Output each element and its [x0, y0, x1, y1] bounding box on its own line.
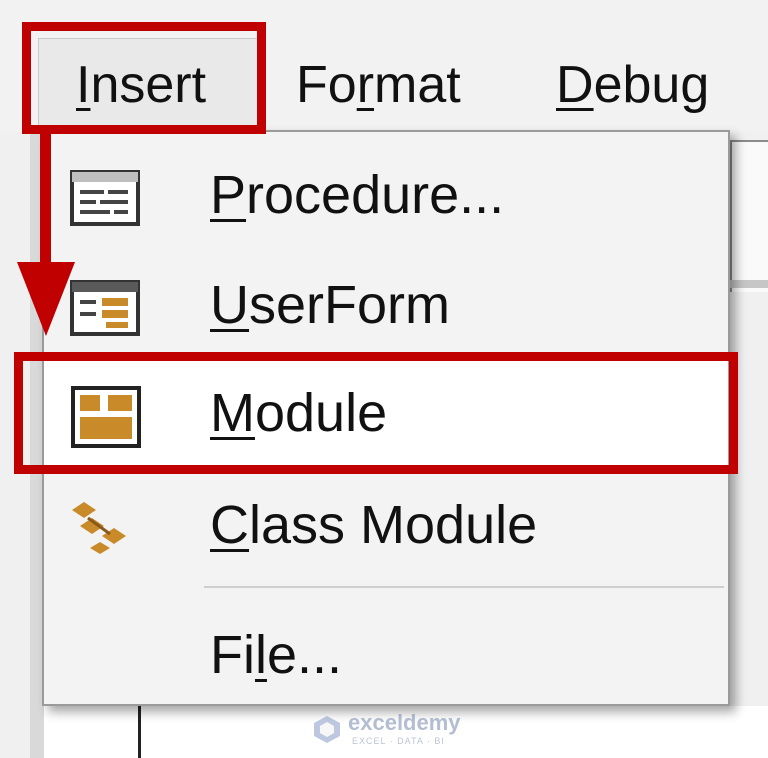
userform-suffix: serForm — [249, 275, 450, 335]
menu-item-procedure[interactable]: Procedure... — [44, 142, 728, 250]
exceldemy-watermark: exceldemy EXCEL · DATA · BI — [312, 710, 482, 750]
menu-item-userform[interactable]: UserForm — [44, 252, 728, 360]
class-module-accel: C — [210, 495, 249, 555]
menu-format[interactable]: Format — [296, 54, 461, 116]
module-highlight-box — [14, 352, 738, 474]
menu-format-suffix: mat — [374, 56, 461, 114]
class-module-icon — [72, 502, 126, 554]
editor-divider — [138, 706, 141, 758]
procedure-icon — [70, 170, 140, 226]
menu-format-accel: r — [356, 56, 375, 114]
menu-format-prefix: Fo — [296, 56, 357, 114]
userform-label: UserForm — [210, 274, 450, 336]
procedure-accel: P — [210, 165, 247, 225]
procedure-label: Procedure... — [210, 164, 504, 226]
menu-item-file[interactable]: File... — [44, 602, 728, 710]
procedure-suffix: rocedure... — [246, 165, 505, 225]
menu-debug-accel: D — [556, 56, 594, 114]
editor-right-pane — [730, 140, 768, 292]
file-accel: l — [254, 625, 267, 685]
menu-item-class-module[interactable]: Class Module — [44, 472, 728, 580]
userform-icon — [70, 280, 140, 336]
file-label: File... — [210, 624, 342, 686]
editor-right-scrollbar — [730, 280, 768, 288]
menu-debug[interactable]: Debug — [556, 54, 709, 116]
class-module-suffix: lass Module — [249, 495, 538, 555]
arrow-shaft — [40, 132, 51, 272]
file-prefix: Fi — [210, 625, 255, 685]
file-suffix: e... — [266, 625, 343, 685]
menu-separator — [204, 586, 724, 588]
userform-accel: U — [210, 275, 249, 335]
exceldemy-logo-icon — [314, 716, 340, 743]
watermark-tagline: EXCEL · DATA · BI — [352, 736, 445, 746]
class-module-label: Class Module — [210, 494, 537, 556]
insert-highlight-box — [22, 22, 266, 134]
menu-debug-suffix: ebug — [593, 56, 710, 114]
arrow-down-icon — [17, 262, 75, 336]
watermark-name: exceldemy — [348, 710, 461, 735]
